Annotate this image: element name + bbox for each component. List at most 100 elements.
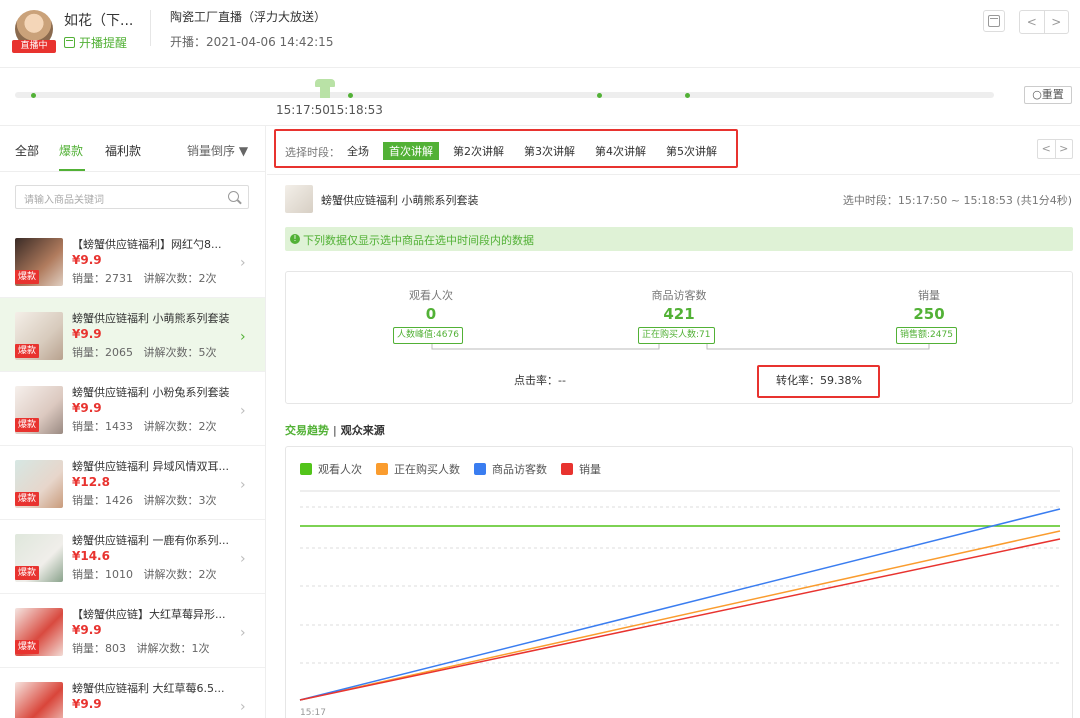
timeline-bar: 15:17:50 15:18:53 ○重置	[0, 68, 1080, 126]
tab-trade-trend[interactable]: 交易趋势	[285, 424, 329, 437]
product-meta: 销量：803 讲解次数：1次	[72, 640, 210, 656]
timeline-marker[interactable]	[348, 93, 353, 98]
hot-badge: 爆款	[15, 566, 39, 580]
product-item[interactable]: 爆款 螃蟹供应链福利 小粉兔系列套装 ¥9.9 销量：1433 讲解次数：2次 …	[0, 372, 265, 446]
metric-visitors-tag: 正在购买人数:71	[638, 327, 715, 344]
product-explains: 讲解次数：5次	[143, 346, 217, 359]
segment-next-button[interactable]: >	[1056, 140, 1073, 158]
product-price: ¥9.9	[72, 327, 102, 341]
chevron-right-icon: ›	[240, 403, 246, 419]
product-sales: 销量：1010	[72, 568, 133, 581]
product-price: ¥9.9	[72, 253, 102, 267]
timeline-selection[interactable]	[320, 87, 330, 98]
header-divider	[150, 10, 151, 46]
product-title: 螃蟹供应链福利 一鹿有你系列...	[72, 534, 229, 547]
segment-second[interactable]: 第2次讲解	[453, 143, 504, 159]
anchor-name[interactable]: 如花（下...	[64, 10, 133, 30]
product-meta: 销量：2731 讲解次数：2次	[72, 270, 217, 286]
segment-fifth[interactable]: 第5次讲解	[666, 143, 717, 159]
chart-series	[299, 508, 1061, 701]
product-meta: 销量：1426 讲解次数：3次	[72, 492, 217, 508]
product-title: 螃蟹供应链福利 大红草莓6.5...	[72, 682, 225, 695]
live-remind-link[interactable]: 开播提醒	[64, 34, 127, 51]
metric-sales-value: 250	[913, 305, 945, 323]
segment-fourth[interactable]: 第4次讲解	[595, 143, 646, 159]
search-input[interactable]: 请输入商品关键词	[24, 191, 104, 206]
product-item[interactable]: 爆款 【螃蟹供应链】大红草莓异形... ¥9.9 销量：803 讲解次数：1次 …	[0, 594, 265, 668]
metric-sales-tag: 销售额:2475	[896, 327, 957, 344]
detail-panel: 选择时段： 全场 首次讲解 第2次讲解 第3次讲解 第4次讲解 第5次讲解 < …	[267, 126, 1080, 718]
segment-all[interactable]: 全场	[347, 143, 369, 159]
product-price: ¥9.9	[72, 697, 102, 711]
tab-all[interactable]: 全部	[15, 142, 39, 159]
product-thumbnail	[15, 682, 63, 718]
product-meta: 销量：1010 讲解次数：2次	[72, 566, 217, 582]
x-tick-label: 15:17	[300, 708, 326, 718]
chevron-right-icon: ›	[240, 477, 246, 493]
tab-audience-source[interactable]: 观众来源	[341, 424, 385, 437]
product-item[interactable]: 爆款 螃蟹供应链福利 异域风情双耳... ¥12.8 销量：1426 讲解次数：…	[0, 446, 265, 520]
refresh-icon: ○	[1032, 88, 1042, 101]
calendar-button[interactable]	[983, 10, 1005, 32]
product-meta: 销量：1433 讲解次数：2次	[72, 418, 217, 434]
product-list-panel: 全部 爆款 福利款 销量倒序 ▼ 请输入商品关键词 爆款 【螃蟹供应链福利】网红…	[0, 126, 266, 718]
product-item[interactable]: 爆款 【螃蟹供应链福利】网红勺8... ¥9.9 销量：2731 讲解次数：2次…	[0, 224, 265, 298]
calendar-icon	[64, 37, 75, 48]
product-item[interactable]: 爆款 螃蟹供应链福利 一鹿有你系列... ¥14.6 销量：1010 讲解次数：…	[0, 520, 265, 594]
timeline-drag-handle[interactable]	[315, 79, 335, 87]
product-item-selected[interactable]: 爆款 螃蟹供应链福利 小萌熊系列套装 ¥9.9 销量：2065 讲解次数：5次 …	[0, 298, 265, 372]
segment-pager: < >	[1037, 139, 1073, 159]
product-sales: 销量：2065	[72, 346, 133, 359]
room-pager: < >	[1019, 10, 1069, 34]
timeline-track[interactable]	[15, 92, 994, 98]
series-line	[299, 538, 1061, 701]
product-title: 螃蟹供应链福利 小萌熊系列套装	[72, 312, 230, 325]
hot-badge: 爆款	[15, 640, 39, 654]
hot-badge: 爆款	[15, 418, 39, 432]
product-explains: 讲解次数：2次	[143, 420, 217, 433]
tab-hot[interactable]: 爆款	[59, 142, 83, 159]
next-room-button[interactable]: >	[1045, 11, 1069, 33]
metric-views-value: 0	[425, 305, 437, 323]
timeline-marker[interactable]	[685, 93, 690, 98]
tab-welfare[interactable]: 福利款	[105, 142, 141, 159]
timeline-marker[interactable]	[597, 93, 602, 98]
segment-label: 选择时段：	[285, 146, 340, 159]
chevron-right-icon: ›	[240, 699, 246, 715]
room-title: 陶瓷工厂直播（浮力大放送）	[170, 10, 327, 24]
metric-visitors-value: 421	[663, 305, 695, 323]
sort-dropdown[interactable]: 销量倒序 ▼	[187, 142, 248, 159]
product-search[interactable]: 请输入商品关键词	[15, 185, 249, 209]
product-item[interactable]: 螃蟹供应链福利 大红草莓6.5... ¥9.9 ›	[0, 668, 265, 718]
tab-separator: |	[333, 424, 337, 437]
timeline-end-label: 15:18:53	[329, 103, 383, 117]
segment-third[interactable]: 第3次讲解	[524, 143, 575, 159]
product-sales: 销量：2731	[72, 272, 133, 285]
conversion-highlight	[757, 365, 880, 398]
selected-product-thumbnail	[285, 185, 313, 213]
timeline-marker[interactable]	[31, 93, 36, 98]
prev-room-button[interactable]: <	[1020, 11, 1045, 33]
timeline-start-label: 15:17:50	[276, 103, 330, 117]
selected-time-range: 选中时段：15:17:50 ~ 15:18:53 (共1分4秒)	[842, 194, 1072, 207]
product-sales: 销量：803	[72, 642, 126, 655]
chevron-right-icon: ›	[240, 255, 246, 271]
segment-prev-button[interactable]: <	[1038, 140, 1056, 158]
calendar-icon	[988, 15, 1000, 27]
chevron-right-icon: ›	[240, 551, 246, 567]
product-title: 螃蟹供应链福利 异域风情双耳...	[72, 460, 229, 473]
click-rate: 点击率：--	[514, 374, 566, 387]
product-meta: 销量：2065 讲解次数：5次	[72, 344, 217, 360]
hot-badge: 爆款	[15, 344, 39, 358]
hot-badge: 爆款	[15, 270, 39, 284]
segment-first[interactable]: 首次讲解	[383, 142, 439, 160]
info-icon: !	[290, 234, 300, 244]
product-explains: 讲解次数：2次	[143, 568, 217, 581]
series-line	[299, 530, 1061, 701]
product-tabs: 全部 爆款 福利款 销量倒序 ▼	[0, 126, 265, 172]
product-explains: 讲解次数：2次	[143, 272, 217, 285]
product-explains: 讲解次数：3次	[143, 494, 217, 507]
reset-button[interactable]: ○重置	[1024, 86, 1072, 104]
search-icon[interactable]	[228, 191, 239, 202]
metric-views-label: 观看人次	[409, 289, 453, 302]
